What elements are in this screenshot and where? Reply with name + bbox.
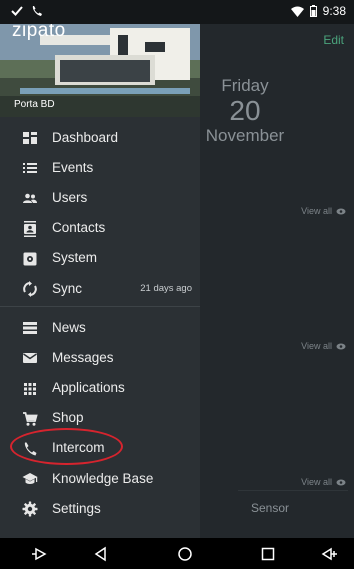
contacts-icon (24, 220, 36, 237)
menu-item-dashboard[interactable]: Dashboard (0, 122, 200, 152)
menu-item-label: Messages (52, 349, 114, 365)
dashboard-icon (23, 132, 37, 144)
menu-item-knowledge-base[interactable]: Knowledge Base (0, 463, 200, 493)
news-icon (23, 322, 37, 335)
home-icon[interactable] (176, 545, 194, 563)
menu-item-applications[interactable]: Applications (0, 373, 200, 403)
users-icon (23, 194, 37, 204)
screen: 9:38 Edit Friday 20 November View all Vi… (0, 0, 354, 569)
day-number: 20 (229, 95, 261, 126)
view-all-label: View all (301, 206, 332, 216)
menu-divider (0, 306, 200, 308)
view-all-link[interactable]: View all (301, 206, 346, 216)
system-icon (23, 252, 37, 266)
eye-icon (336, 479, 346, 485)
system-nav-bar (0, 538, 354, 569)
month: November (205, 126, 285, 145)
battery-icon (309, 5, 317, 17)
menu-item-label: Events (52, 159, 94, 175)
view-all-label: View all (301, 477, 332, 487)
view-all-link[interactable]: View all (301, 341, 346, 351)
check-icon (11, 6, 23, 16)
intercom-highlight-circle (10, 428, 123, 465)
menu-item-users[interactable]: Users (0, 182, 200, 212)
menu-item-label: Shop (52, 410, 84, 426)
recents-icon[interactable] (259, 545, 277, 563)
eye-icon (336, 208, 346, 214)
menu-item-settings[interactable]: Settings (0, 493, 200, 523)
menu-extra-icon[interactable] (320, 545, 338, 563)
back-icon[interactable] (92, 545, 110, 563)
wifi-icon (290, 6, 304, 17)
eye-icon (336, 343, 346, 349)
sensor-card[interactable]: Sensor (238, 490, 348, 524)
menu-item-label: System (52, 250, 98, 266)
apps-grid-icon (24, 382, 36, 395)
sync-icon (23, 280, 37, 297)
menu-item-shop[interactable]: Shop (0, 403, 200, 433)
edit-button[interactable]: Edit (323, 33, 344, 47)
menu-item-label: Sync (52, 280, 83, 296)
menu-item-news[interactable]: News (0, 312, 200, 342)
menu-item-label: Dashboard (52, 129, 119, 145)
site-name[interactable]: Porta BD (14, 99, 55, 110)
menu-item-contacts[interactable]: Contacts (0, 213, 200, 243)
menu-item-label: News (52, 319, 86, 335)
menu-item-label: Contacts (52, 220, 106, 236)
school-icon (22, 473, 38, 485)
menu-item-label: Applications (52, 380, 125, 396)
sync-last-time: 21 days ago (140, 282, 192, 294)
menu-item-label: Users (52, 189, 88, 205)
date-widget: Friday 20 November (200, 76, 290, 146)
menu-item-label: Knowledge Base (52, 470, 154, 486)
menu-item-system[interactable]: System (0, 243, 200, 273)
sensor-label: Sensor (251, 501, 290, 515)
list-icon (23, 163, 37, 174)
drawer-menu: Dashboard Events Users Contacts System S… (0, 122, 200, 523)
menu-item-sync[interactable]: Sync 21 days ago (0, 273, 200, 303)
view-all-label: View all (301, 341, 332, 351)
cart-icon (23, 411, 38, 426)
menu-item-events[interactable]: Events (0, 152, 200, 182)
weekday: Friday (221, 76, 269, 95)
menu-item-label: Settings (52, 500, 101, 516)
view-all-link[interactable]: View all (301, 477, 346, 487)
status-bar: 9:38 (0, 0, 354, 24)
menu-item-messages[interactable]: Messages (0, 342, 200, 372)
hide-keyboard-icon[interactable] (31, 545, 49, 563)
missed-call-icon (32, 6, 42, 16)
mail-icon (23, 353, 37, 364)
clock: 9:38 (322, 4, 346, 18)
gear-icon (22, 501, 38, 517)
